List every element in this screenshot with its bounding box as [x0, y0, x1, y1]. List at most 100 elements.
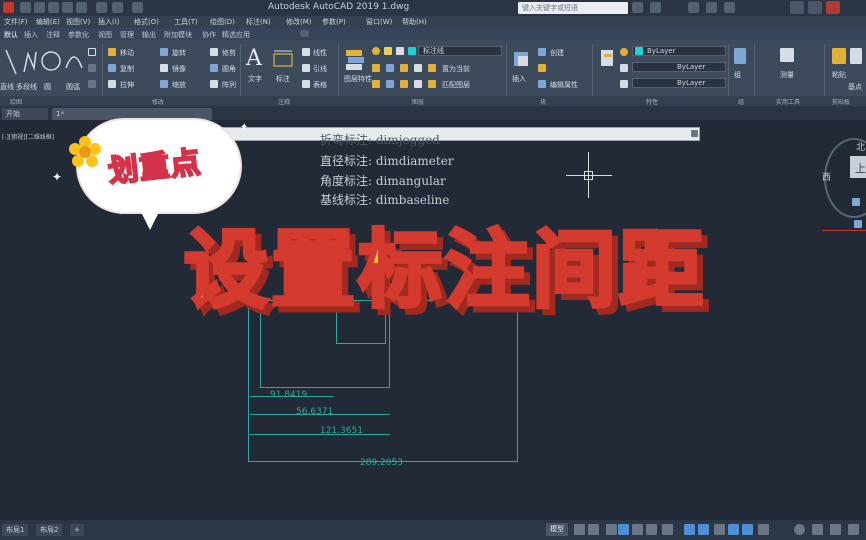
- base-point-icon[interactable]: [850, 48, 862, 64]
- line-tool-label[interactable]: 直线: [0, 82, 14, 92]
- snap-icon[interactable]: [588, 524, 599, 535]
- panel-label-modify[interactable]: 修改: [152, 97, 164, 106]
- isodraft-icon[interactable]: [632, 524, 643, 535]
- gear-icon[interactable]: [794, 524, 805, 535]
- layer-tool-5-icon[interactable]: [428, 64, 436, 72]
- rotate-icon[interactable]: [160, 48, 168, 56]
- fillet-tool[interactable]: 圆角: [222, 64, 236, 74]
- command-line-4[interactable]: 基线标注: dimbaseline: [320, 191, 449, 208]
- table-icon[interactable]: [302, 80, 310, 88]
- panel-label-draw[interactable]: 绘图: [10, 97, 22, 106]
- menu-window[interactable]: 窗口(W): [366, 17, 392, 27]
- color-dropdown[interactable]: ByLayer: [632, 46, 726, 56]
- match-properties-icon[interactable]: [598, 48, 618, 70]
- polyline-tool-label[interactable]: 多段线: [16, 82, 37, 92]
- insert-block-icon[interactable]: [512, 48, 532, 70]
- dimension-tool-icon[interactable]: [272, 48, 294, 70]
- command-line-2[interactable]: 直径标注: dimdiameter: [320, 152, 454, 169]
- move-tool[interactable]: 移动: [120, 48, 134, 58]
- maximize-button[interactable]: [808, 1, 822, 14]
- exchange-icon[interactable]: [706, 2, 717, 13]
- menu-dimension[interactable]: 标注(N): [246, 17, 271, 27]
- text-tool-label[interactable]: 文字: [248, 74, 262, 84]
- layer-tool-8-icon[interactable]: [400, 80, 408, 88]
- tab-insert[interactable]: 插入: [24, 30, 38, 40]
- auto-scale-icon[interactable]: [742, 524, 753, 535]
- hatch-icon[interactable]: [88, 64, 96, 72]
- layer-properties-icon[interactable]: [344, 48, 366, 72]
- save-as-icon[interactable]: [62, 2, 73, 13]
- edit-attribute-tool[interactable]: 编辑属性: [550, 80, 578, 90]
- layer-dropdown[interactable]: 标注线: [418, 46, 502, 56]
- layer-tool-10-icon[interactable]: [428, 80, 436, 88]
- array-icon[interactable]: [210, 80, 218, 88]
- annotation-visibility-icon[interactable]: [728, 524, 739, 535]
- menu-file[interactable]: 文件(F): [4, 17, 28, 27]
- tab-addons[interactable]: 附加模块: [164, 30, 192, 40]
- layer-tool-4-icon[interactable]: [414, 64, 422, 72]
- region-icon[interactable]: [88, 80, 96, 88]
- edit-attribute-icon[interactable]: [538, 80, 546, 88]
- stretch-icon[interactable]: [108, 80, 116, 88]
- viewport-label[interactable]: [-][俯视][二维线框]: [2, 132, 54, 141]
- menu-draw[interactable]: 绘图(D): [210, 17, 235, 27]
- menu-parametric[interactable]: 参数(P): [322, 17, 346, 27]
- isolate-icon[interactable]: [830, 524, 841, 535]
- create-block-icon[interactable]: [538, 48, 546, 56]
- add-layout-button[interactable]: +: [70, 524, 84, 536]
- color-wheel-icon[interactable]: [620, 48, 628, 56]
- open-icon[interactable]: [34, 2, 45, 13]
- arc-tool-label[interactable]: 圆弧: [66, 82, 80, 92]
- panel-label-block[interactable]: 块: [540, 97, 546, 106]
- app-menu-icon[interactable]: [3, 2, 14, 13]
- search-icon[interactable]: [632, 2, 643, 13]
- array-tool[interactable]: 阵列: [222, 80, 236, 90]
- annotation-scale-icon[interactable]: [758, 524, 769, 535]
- panel-label-annotation[interactable]: 注释: [278, 97, 290, 106]
- tab-default[interactable]: 默认: [4, 30, 18, 40]
- close-icon[interactable]: [691, 130, 698, 137]
- polyline-tool-icon[interactable]: [22, 48, 38, 78]
- new-icon[interactable]: [20, 2, 31, 13]
- dimension-label-4[interactable]: 289.2053: [360, 458, 403, 468]
- search-input[interactable]: 键入关键字或短语: [518, 2, 628, 14]
- dimension-label-3[interactable]: 121.3651: [320, 426, 363, 436]
- minimize-button[interactable]: [790, 1, 804, 14]
- viewcube-west[interactable]: 西: [822, 170, 831, 183]
- layer-tool-7-icon[interactable]: [386, 80, 394, 88]
- insert-block-label[interactable]: 插入: [512, 74, 526, 84]
- paste-icon[interactable]: [832, 48, 846, 64]
- nav-pan-icon[interactable]: [854, 220, 862, 228]
- circle-tool-label[interactable]: 圆: [44, 82, 51, 92]
- lineweight-icon[interactable]: [620, 80, 628, 88]
- panel-label-utilities[interactable]: 实用工具: [776, 97, 800, 106]
- layer-tool-3-icon[interactable]: [400, 64, 408, 72]
- menu-insert[interactable]: 插入(I): [98, 17, 120, 27]
- selection-cycling-icon[interactable]: [714, 524, 725, 535]
- layer-tool-6-icon[interactable]: [372, 80, 380, 88]
- viewcube-face[interactable]: 上: [850, 156, 866, 178]
- undo-icon[interactable]: [96, 2, 107, 13]
- scale-tool[interactable]: 缩放: [172, 80, 186, 90]
- grid-icon[interactable]: [574, 524, 585, 535]
- mirror-tool[interactable]: 镜像: [172, 64, 186, 74]
- lineweight-dropdown[interactable]: ByLayer: [632, 78, 726, 88]
- base-point-tool-label[interactable]: 基点: [848, 82, 862, 92]
- menu-tools[interactable]: 工具(T): [174, 17, 198, 27]
- measure-tool-label[interactable]: 测量: [780, 70, 794, 80]
- object-snap-icon[interactable]: [662, 524, 673, 535]
- menu-help[interactable]: 帮助(H): [402, 17, 427, 27]
- copy-icon[interactable]: [108, 64, 116, 72]
- transparency-icon[interactable]: [698, 524, 709, 535]
- menu-edit[interactable]: 编辑(E): [36, 17, 60, 27]
- text-tool-icon[interactable]: A: [246, 46, 262, 71]
- dimension-tool-label[interactable]: 标注: [276, 74, 290, 84]
- panel-label-properties[interactable]: 特性: [646, 97, 658, 106]
- ortho-icon[interactable]: [606, 524, 617, 535]
- ribbon-toggle-icon[interactable]: [300, 30, 309, 37]
- rectangle-icon[interactable]: [88, 48, 96, 56]
- match-layer-tool[interactable]: 匹配图层: [442, 80, 470, 90]
- plus-icon[interactable]: [812, 524, 823, 535]
- command-suggestion-bar[interactable]: [220, 127, 700, 141]
- trim-tool[interactable]: 修剪: [222, 48, 236, 58]
